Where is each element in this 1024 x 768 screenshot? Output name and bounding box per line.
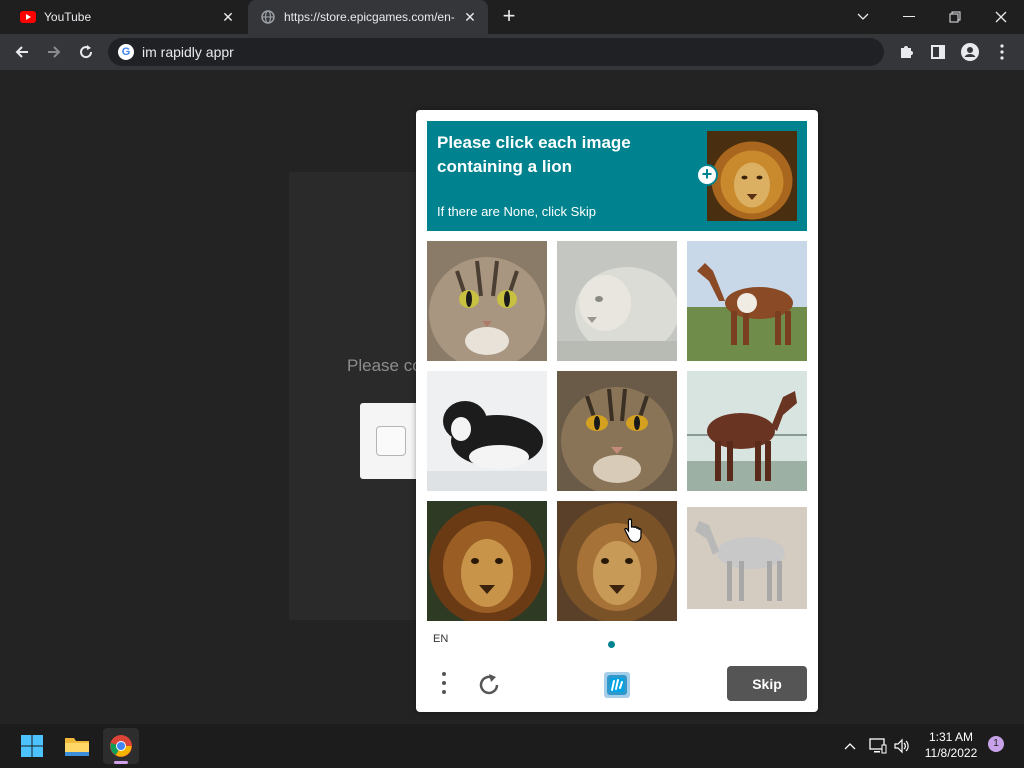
globe-icon — [260, 9, 276, 25]
address-text: im rapidly appr — [142, 44, 234, 60]
browser-toolbar: G im rapidly appr — [0, 34, 1024, 70]
hcaptcha-logo-icon — [600, 668, 634, 702]
new-tab-button[interactable]: + — [498, 5, 520, 28]
image-tile-horse[interactable] — [687, 371, 807, 491]
image-tile-horse[interactable] — [687, 501, 807, 621]
language-selector[interactable]: EN — [433, 633, 448, 645]
tab-title: https://store.epicgames.com/en- — [284, 10, 455, 24]
extensions-puzzle-icon[interactable] — [894, 40, 918, 64]
forward-arrow-icon[interactable] — [40, 38, 68, 66]
image-tile-dog[interactable] — [427, 371, 547, 491]
taskbar: 1:31 AM 11/8/2022 1 — [0, 724, 1024, 768]
background-prompt: Please co — [347, 356, 422, 375]
minimize-button[interactable] — [886, 0, 932, 34]
address-bar[interactable]: G im rapidly appr — [108, 38, 884, 66]
chevron-down-icon[interactable] — [840, 0, 886, 34]
page-indicator-dot — [608, 641, 615, 648]
close-icon[interactable]: ✕ — [460, 7, 480, 27]
captcha-challenge: Please click each image containing a lio… — [416, 110, 818, 712]
close-icon[interactable]: ✕ — [218, 7, 238, 27]
example-lion-image — [707, 131, 797, 221]
tab-strip: YouTube ✕ https://store.epicgames.com/en… — [0, 0, 1024, 34]
windows-start-icon[interactable] — [14, 728, 50, 764]
tab-title: YouTube — [44, 10, 92, 24]
image-tile-lion[interactable] — [557, 241, 677, 361]
active-app-indicator — [114, 761, 128, 764]
chevron-up-icon[interactable] — [840, 736, 860, 756]
notification-badge[interactable]: 1 — [988, 736, 1004, 752]
zoom-example-button[interactable]: + — [696, 164, 718, 186]
side-panel-icon[interactable] — [926, 40, 950, 64]
tab-epicgames[interactable]: https://store.epicgames.com/en- ✕ — [248, 0, 488, 34]
profile-icon[interactable] — [958, 40, 982, 64]
clock-date: 11/8/2022 — [924, 746, 978, 760]
image-tile-cat[interactable] — [557, 371, 677, 491]
system-clock[interactable]: 1:31 AM 11/8/2022 — [918, 729, 984, 761]
image-tile-lion[interactable] — [427, 501, 547, 621]
kebab-menu-icon[interactable] — [990, 40, 1014, 64]
back-arrow-icon[interactable] — [8, 38, 36, 66]
hand-cursor-icon — [624, 518, 642, 544]
image-tile-lion[interactable] — [557, 501, 677, 621]
reload-icon[interactable] — [72, 38, 100, 66]
youtube-icon — [20, 9, 36, 25]
refresh-challenge-icon[interactable] — [474, 670, 504, 700]
tab-youtube[interactable]: YouTube ✕ — [8, 0, 246, 34]
window-close-button[interactable] — [978, 0, 1024, 34]
skip-button[interactable]: Skip — [727, 666, 807, 701]
google-icon: G — [118, 44, 134, 60]
captcha-checkbox[interactable] — [376, 426, 406, 456]
volume-icon[interactable] — [892, 736, 912, 756]
menu-dots-icon[interactable] — [436, 669, 452, 699]
restore-button[interactable] — [932, 0, 978, 34]
image-tile-horse[interactable] — [687, 241, 807, 361]
prompt-title: Please click each image containing a lio… — [437, 133, 631, 176]
prompt-banner: Please click each image containing a lio… — [427, 121, 807, 231]
network-icon[interactable] — [868, 736, 888, 756]
image-tile-cat[interactable] — [427, 241, 547, 361]
chrome-icon[interactable] — [103, 728, 139, 764]
file-explorer-icon[interactable] — [59, 728, 95, 764]
clock-time: 1:31 AM — [928, 730, 974, 744]
prompt-subtitle: If there are None, click Skip — [437, 204, 596, 219]
